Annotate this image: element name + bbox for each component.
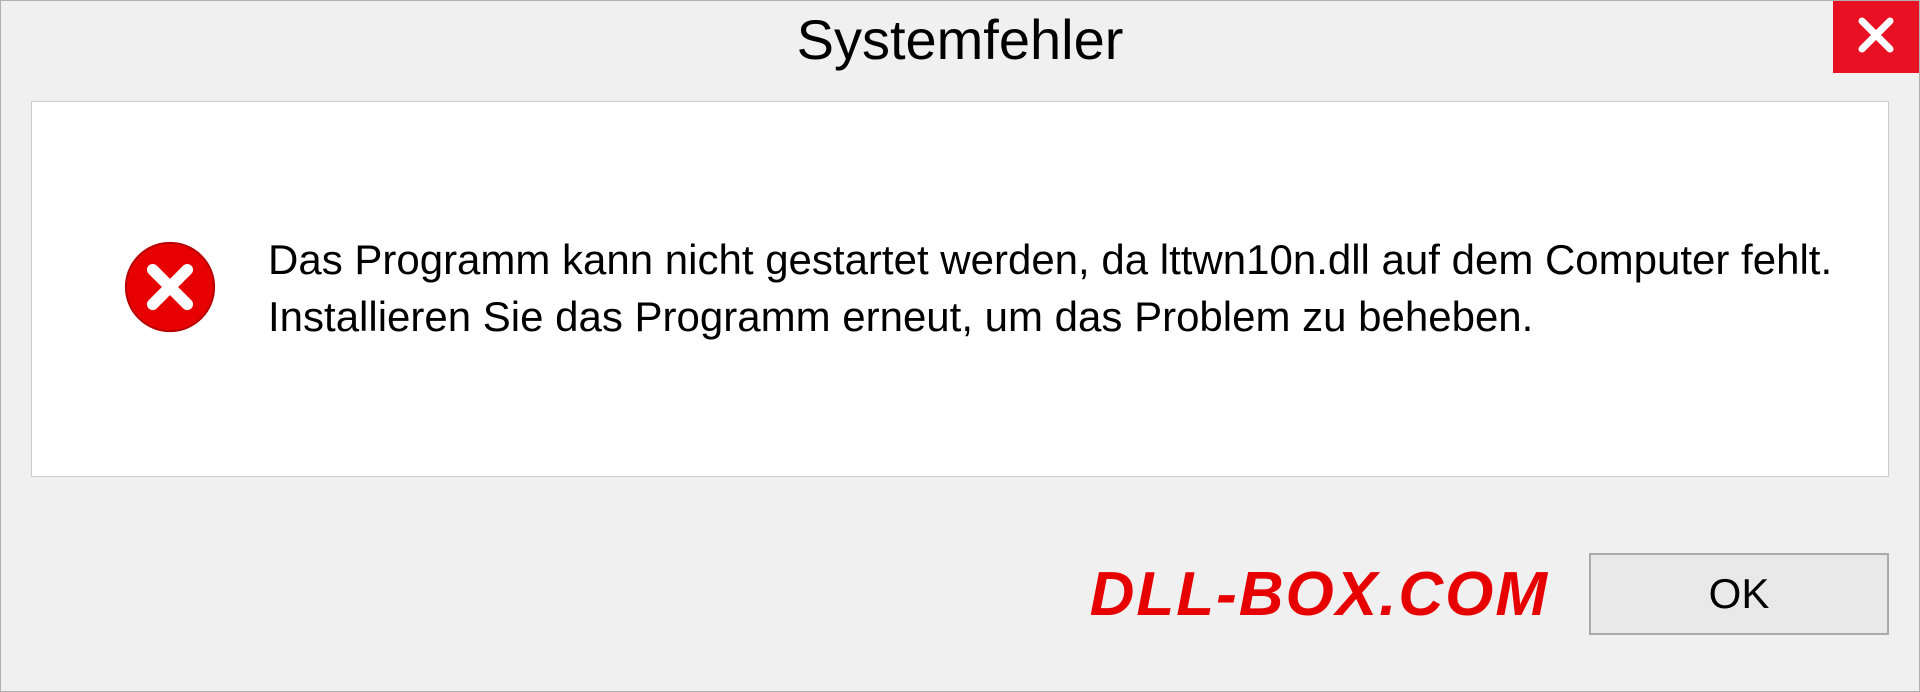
close-icon: [1855, 14, 1897, 61]
close-button[interactable]: [1833, 1, 1919, 73]
watermark-text: DLL-BOX.COM: [1090, 559, 1549, 630]
dialog-title: Systemfehler: [797, 7, 1124, 72]
error-dialog: Systemfehler Das Programm kann nicht ges…: [0, 0, 1920, 692]
footer-bar: DLL-BOX.COM OK: [1, 521, 1919, 691]
error-icon: [122, 239, 218, 340]
title-bar: Systemfehler: [1, 1, 1919, 91]
ok-button[interactable]: OK: [1589, 553, 1889, 635]
error-message: Das Programm kann nicht gestartet werden…: [268, 232, 1848, 345]
content-panel: Das Programm kann nicht gestartet werden…: [31, 101, 1889, 477]
